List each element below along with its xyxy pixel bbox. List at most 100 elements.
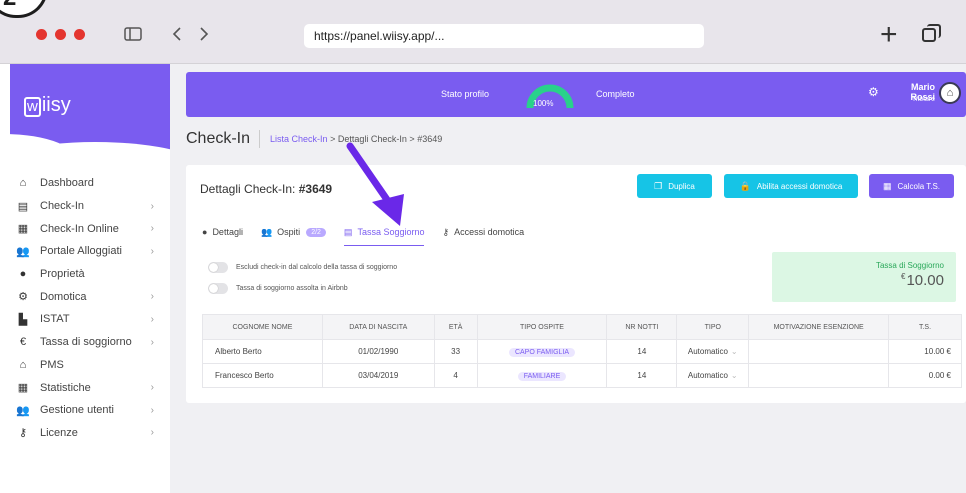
calculator-icon: ▦ [882, 180, 892, 191]
breadcrumb-id: #3649 [417, 134, 443, 144]
sidebar-item-check-in-online[interactable]: ▦ Check-In Online › [10, 217, 170, 240]
profile-percent: 100% [533, 99, 554, 108]
info-icon: ● [202, 227, 208, 237]
users-icon: 👥 [16, 245, 30, 258]
sidebar-item-statistiche[interactable]: ▦ Statistiche › [10, 376, 170, 399]
airbnb-toggle-row: Tassa di soggiorno assolta in Airbnb [208, 283, 348, 294]
calcola-ts-button[interactable]: ▦ Calcola T.S. [869, 174, 954, 198]
copy-icon: ❐ [654, 180, 663, 191]
exemption-cell[interactable] [748, 363, 890, 388]
logo[interactable]: w iisy [24, 94, 71, 117]
page-title: Check-In [186, 130, 261, 148]
profile-complete-label: Completo [596, 89, 635, 99]
sidebar-nav: ⌂ Dashboard ▤ Check-In › ▦ Check-In Online › … [10, 172, 170, 444]
tab-ospiti[interactable]: 👥 Ospiti 2/2 [261, 222, 326, 242]
ospiti-count-badge: 2/2 [306, 227, 326, 237]
col-data-nascita[interactable]: DATA DI NASCITA [321, 314, 435, 340]
sidebar-item-proprieta[interactable]: ● Proprietà [10, 263, 170, 286]
table-row: Alberto Berto 01/02/1990 33 CAPO FAMIGLI… [202, 339, 962, 364]
breadcrumb-link-lista[interactable]: Lista Check-In [270, 134, 328, 144]
house-icon: ⌂ [19, 358, 27, 371]
col-nr-notti[interactable]: NR NOTTI [606, 314, 678, 340]
escludi-toggle-row: Escludi check-in dal calcolo della tassa… [208, 262, 397, 273]
chevron-right-icon: › [150, 427, 154, 439]
sidebar-item-domotica[interactable]: ⚙ Domotica › [10, 285, 170, 308]
airbnb-toggle[interactable] [208, 283, 228, 294]
chevron-right-icon: › [150, 404, 154, 416]
tab-accessi-domotica[interactable]: ⚷ Accessi domotica [442, 222, 524, 242]
forward-icon[interactable] [199, 27, 209, 41]
tab-overview-icon[interactable] [922, 24, 941, 42]
sidebar-item-portale-alloggiati[interactable]: 👥 Portale Alloggiati › [10, 240, 170, 263]
col-ts[interactable]: T.S. [888, 314, 962, 340]
escludi-toggle[interactable] [208, 262, 228, 273]
col-motivazione-esenzione[interactable]: MOTIVAZIONE ESENZIONE [748, 314, 890, 340]
key-icon: ⚷ [442, 226, 450, 237]
sidebar-item-gestione-utenti[interactable]: 👥 Gestione utenti › [10, 399, 170, 422]
sidebar-item-licenze[interactable]: ⚷ Licenze › [10, 422, 170, 445]
chevron-right-icon: › [150, 291, 154, 303]
sidebar-item-istat[interactable]: ▙ ISTAT › [10, 308, 170, 331]
new-tab-icon[interactable]: + [880, 20, 898, 50]
license-icon: ⚷ [18, 427, 28, 440]
browser-toolbar: https://panel.wiisy.app/... + [0, 0, 966, 64]
smart-home-icon: ⚙ [18, 291, 28, 304]
chevron-right-icon: › [150, 382, 154, 394]
tab-dettagli[interactable]: ● Dettagli [202, 222, 243, 242]
guest-type-badge: FAMILIARE [517, 372, 567, 381]
table-header-row: COGNOME NOME DATA DI NASCITA ETÀ TIPO OS… [202, 314, 962, 340]
euro-icon: € [19, 336, 27, 349]
chevron-down-icon: ⌄ [730, 371, 738, 380]
tax-total-box: Tassa di Soggiorno €10.00 [772, 252, 956, 302]
checkin-card: Dettagli Check-In: #3649 ❐ Duplica 🔒 Abili… [186, 165, 966, 403]
window-minimize-button[interactable] [55, 29, 66, 40]
main-content: Stato profilo 100% Completo ⚙ Mario Ross… [170, 64, 966, 493]
col-cognome-nome[interactable]: COGNOME NOME [202, 314, 323, 340]
chevron-right-icon: › [150, 200, 154, 212]
calendar-icon: ▦ [17, 223, 29, 236]
chevron-right-icon: › [150, 245, 154, 257]
user-role: Titolare [911, 96, 935, 103]
profile-status-label: Stato profilo [441, 89, 490, 99]
tax-total-label: Tassa di Soggiorno [875, 261, 944, 270]
chevron-right-icon: › [150, 336, 154, 348]
settings-gears-icon[interactable]: ⚙ [868, 85, 879, 99]
sidebar-toggle-icon[interactable] [124, 27, 142, 41]
guest-type-badge: CAPO FAMIGLIA [508, 348, 576, 357]
guests-table: COGNOME NOME DATA DI NASCITA ETÀ TIPO OS… [202, 314, 962, 388]
col-eta[interactable]: ETÀ [433, 314, 478, 340]
chevron-down-icon: ⌄ [730, 347, 738, 356]
home-icon: ⌂ [19, 177, 27, 190]
sidebar-item-dashboard[interactable]: ⌂ Dashboard [10, 172, 170, 195]
sidebar-item-tassa-di-soggiorno[interactable]: € Tassa di soggiorno › [10, 331, 170, 354]
exemption-cell[interactable] [748, 339, 890, 364]
users-group-icon: 👥 [16, 404, 30, 417]
annotation-arrow-icon [346, 142, 404, 226]
avatar[interactable]: ⌂ [939, 82, 961, 104]
clipboard-icon: ▤ [17, 200, 29, 213]
window-close-button[interactable] [36, 29, 47, 40]
tax-total-value: €10.00 [901, 272, 944, 289]
step-number: 2 [3, 0, 16, 12]
col-tipo-ospite[interactable]: TIPO OSPITE [476, 314, 608, 340]
abilita-accessi-button[interactable]: 🔒 Abilita accessi domotica [724, 174, 858, 198]
map-pin-icon: ● [19, 268, 27, 281]
card-heading: Dettagli Check-In: #3649 [200, 182, 333, 196]
sidebar-item-check-in[interactable]: ▤ Check-In › [10, 195, 170, 218]
address-bar[interactable]: https://panel.wiisy.app/... [304, 24, 704, 48]
table-icon: ▦ [17, 382, 29, 395]
window-zoom-button[interactable] [74, 29, 85, 40]
col-tipo[interactable]: TIPO [676, 314, 750, 340]
logo-area: w iisy [10, 64, 170, 164]
chart-icon: ▙ [18, 313, 28, 326]
back-icon[interactable] [172, 27, 182, 41]
duplica-button[interactable]: ❐ Duplica [637, 174, 712, 198]
tipo-select[interactable]: Automatico ⌄ [688, 371, 738, 380]
sidebar: w iisy ⌂ Dashboard ▤ Check-In › ▦ Check-In On… [10, 64, 170, 493]
profile-banner: Stato profilo 100% Completo ⚙ Mario Ross… [186, 72, 966, 117]
tipo-select[interactable]: Automatico ⌄ [688, 347, 738, 356]
screenshot-frame: https://panel.wiisy.app/... + 2 wiisy ⌂D… [0, 0, 966, 493]
sidebar-item-pms[interactable]: ⌂ PMS [10, 354, 170, 377]
chevron-right-icon: › [150, 313, 154, 325]
money-icon: ▤ [343, 226, 353, 237]
